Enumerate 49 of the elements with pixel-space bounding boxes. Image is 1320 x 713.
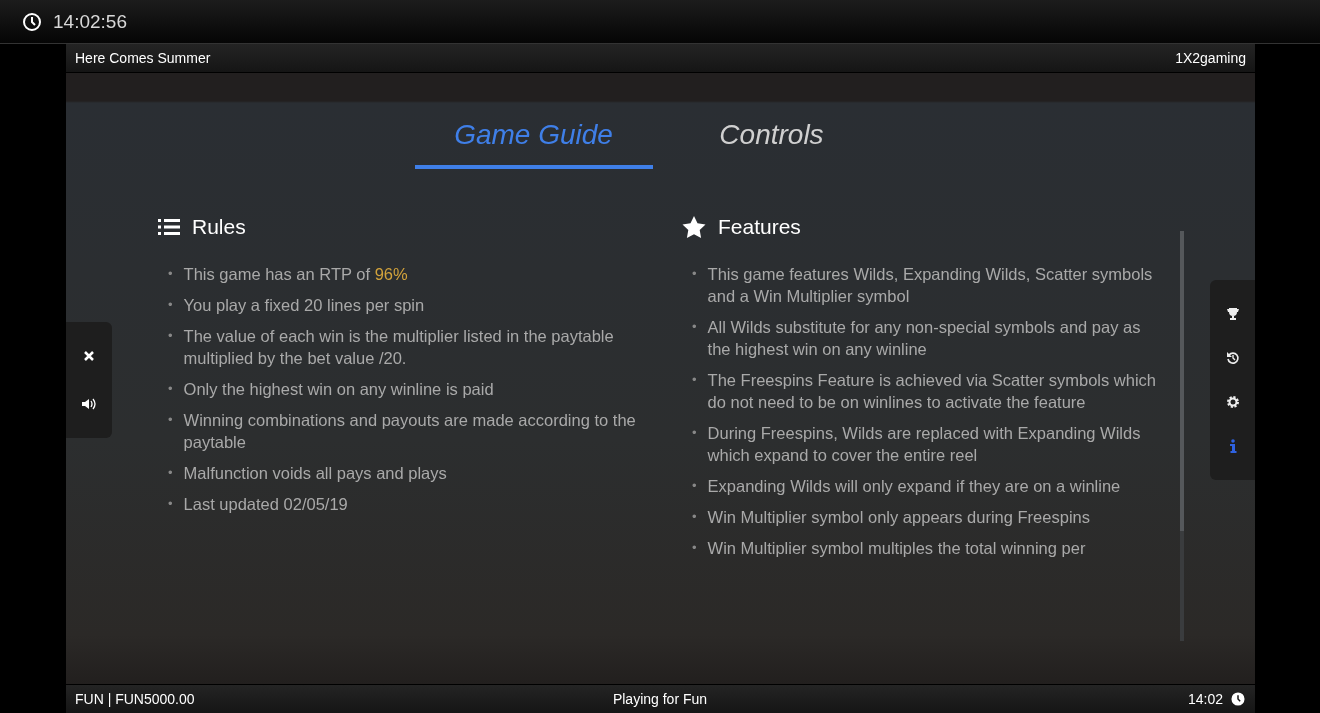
bullet: • [692, 508, 697, 526]
bullet: • [692, 424, 697, 442]
section-title: Features [718, 215, 801, 239]
star-icon [682, 215, 706, 239]
section-title: Rules [192, 215, 246, 239]
bullet: • [692, 539, 697, 557]
bullet: • [692, 371, 697, 389]
tab[interactable]: Controls [652, 113, 891, 169]
bullet: • [692, 318, 697, 336]
bullet: • [168, 380, 173, 398]
bullet: • [168, 327, 173, 345]
speaker-icon [81, 398, 97, 410]
clock-icon [21, 10, 43, 33]
close-icon [83, 350, 95, 362]
bullet: • [168, 296, 173, 314]
list-item: All Wilds substitute for any non-special symbols and pay as the highest win on any winline [707, 317, 1142, 360]
list-item: The Freespins Feature is achieved via Scatter symbols which do not need to be on winlines to activate the feature [707, 370, 1157, 413]
tab[interactable]: Game Guide [414, 113, 653, 169]
bullet: • [168, 265, 173, 283]
history-icon [1225, 351, 1240, 365]
bullet: • [168, 411, 173, 429]
list-item: Winning combinations and payouts are made according to the paytable [183, 410, 637, 453]
clock-time: 14:02:56 [53, 10, 127, 33]
bullet: • [692, 477, 697, 495]
list-item: Win Multiplier symbol multiples the total winning per [707, 538, 1086, 559]
list-item: Expanding Wilds will only expand if they are on a winline [707, 476, 1121, 497]
bullet: • [692, 265, 697, 283]
info-icon [1228, 439, 1237, 453]
mode-text: Playing for Fun [612, 691, 708, 707]
trophy-icon [1225, 307, 1240, 321]
bullet: • [168, 495, 173, 513]
settings-icon [1225, 395, 1240, 409]
brand-name: 1X2gaming [1175, 50, 1246, 66]
list-item: Only the highest win on any winline is paid [183, 379, 494, 400]
game-title: Here Comes Summer [75, 50, 211, 66]
list-item: This game features Wilds, Expanding Wilds, Scatter symbols and a Win Multiplier symbol [707, 264, 1154, 307]
list-icon [158, 218, 180, 236]
list-item: Win Multiplier symbol only appears during Freespins [707, 507, 1090, 528]
list-item: The value of each win is the multiplier listed in the paytable multiplied by the bet value /20. [183, 326, 615, 369]
list-item: You play a fixed 20 lines per spin [183, 295, 425, 316]
footer-time: 14:02 [1187, 691, 1223, 707]
list-item: Last updated 02/05/19 [183, 494, 348, 515]
list-item: During Freespins, Wilds are replaced with Expanding Wilds which expand to cover the entire reel [707, 423, 1142, 466]
list-item: Malfunction voids all pays and plays [183, 463, 447, 484]
list-item: This game has an RTP of 96% [183, 264, 408, 285]
scrollbar[interactable] [1180, 231, 1184, 641]
clock-icon [1230, 691, 1246, 707]
bullet: • [168, 464, 173, 482]
balance-text: FUN | FUN5000.00 [75, 691, 195, 707]
